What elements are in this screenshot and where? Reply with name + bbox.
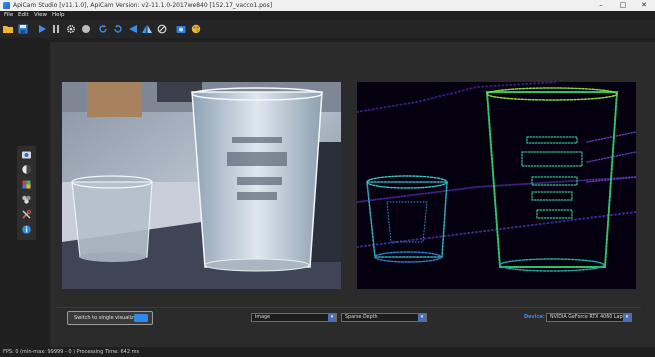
switch-visualizer-button[interactable]: Switch to single visualizer bbox=[67, 311, 153, 325]
device-label: Device: bbox=[524, 314, 545, 320]
settings-icon[interactable] bbox=[66, 24, 76, 34]
record-icon[interactable] bbox=[81, 24, 91, 34]
pause-icon[interactable] bbox=[51, 24, 61, 34]
app-icon bbox=[3, 2, 10, 9]
side-toolbar bbox=[17, 146, 36, 240]
rotate-ccw-icon[interactable] bbox=[98, 24, 108, 34]
chevron-down-icon: ▾ bbox=[328, 314, 336, 321]
minimize-button[interactable]: – bbox=[590, 0, 612, 11]
right-view-value: Sparse Depth bbox=[345, 315, 378, 320]
menu-file[interactable]: File bbox=[4, 11, 13, 20]
flip-icon[interactable] bbox=[128, 24, 138, 34]
color-icon[interactable] bbox=[21, 179, 32, 190]
layers-icon[interactable] bbox=[21, 194, 32, 205]
chevron-down-icon: ▾ bbox=[623, 314, 631, 321]
window-title: ApiCam Studio [v11.1.0], ApiCam Version:… bbox=[13, 2, 273, 9]
device-select[interactable]: NVIDIA GeForce RTX 4060 Laptop ▾ bbox=[546, 313, 632, 322]
maximize-button[interactable]: □ bbox=[612, 0, 634, 11]
toggle-icon bbox=[134, 314, 148, 322]
close-button[interactable]: ✕ bbox=[633, 0, 655, 11]
menu-edit[interactable]: Edit bbox=[18, 11, 29, 20]
folder-open-icon[interactable] bbox=[3, 24, 13, 34]
disable-icon[interactable] bbox=[157, 24, 167, 34]
menu-help[interactable]: Help bbox=[52, 11, 65, 20]
status-text: FPS: 0 (min-max: 99999 - 0 ) Processing … bbox=[3, 349, 140, 355]
tools-icon[interactable] bbox=[21, 209, 32, 220]
switch-visualizer-label: Switch to single visualizer bbox=[74, 315, 139, 321]
camera-image-view bbox=[62, 82, 341, 289]
chevron-down-icon: ▾ bbox=[418, 314, 426, 321]
menu-view[interactable]: View bbox=[34, 11, 47, 20]
camera-icon[interactable] bbox=[21, 149, 32, 160]
device-value: NVIDIA GeForce RTX 4060 Laptop bbox=[550, 315, 631, 320]
left-view-value: Image bbox=[255, 315, 271, 320]
play-icon[interactable] bbox=[37, 24, 47, 34]
menu-bar: File Edit View Help bbox=[0, 11, 655, 20]
sparse-depth-view bbox=[357, 82, 636, 289]
save-icon[interactable] bbox=[18, 24, 28, 34]
camera-icon[interactable] bbox=[176, 24, 186, 34]
info-icon[interactable] bbox=[21, 224, 32, 235]
camera-image bbox=[62, 82, 341, 289]
left-view-select[interactable]: Image ▾ bbox=[251, 313, 337, 322]
rotate-cw-icon[interactable] bbox=[113, 24, 123, 34]
title-bar: ApiCam Studio [v11.1.0], ApiCam Version:… bbox=[0, 0, 655, 11]
toolbar bbox=[0, 20, 655, 38]
right-view-select[interactable]: Sparse Depth ▾ bbox=[341, 313, 427, 322]
contrast-icon[interactable] bbox=[21, 164, 32, 175]
palette-icon[interactable] bbox=[191, 24, 201, 34]
sparse-depth-image bbox=[357, 82, 636, 289]
mirror-icon[interactable] bbox=[142, 24, 152, 34]
status-bar: FPS: 0 (min-max: 99999 - 0 ) Processing … bbox=[0, 347, 655, 357]
